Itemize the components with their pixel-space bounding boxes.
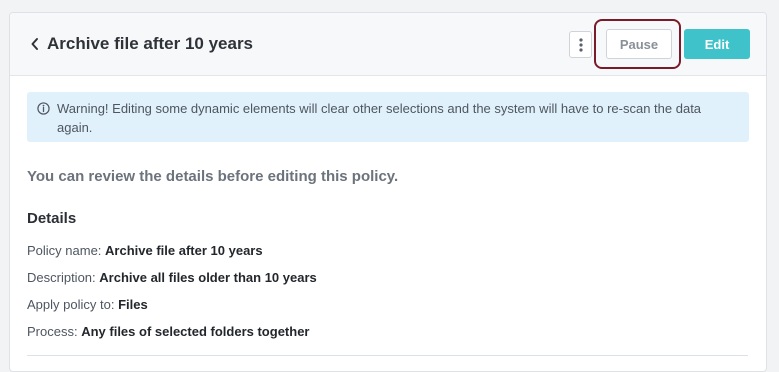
- section-divider: [27, 355, 748, 356]
- page-title: Archive file after 10 years: [47, 34, 254, 53]
- detail-row-description: Description: Archive all files older tha…: [27, 270, 317, 285]
- detail-value: Any files of selected folders together: [81, 324, 310, 339]
- info-icon: [37, 102, 50, 115]
- detail-label: Description:: [27, 270, 96, 285]
- chevron-left-icon: [31, 38, 38, 50]
- detail-label: Apply policy to:: [27, 297, 115, 312]
- detail-value: Files: [118, 297, 148, 312]
- warning-banner: Warning! Editing some dynamic elements w…: [27, 92, 749, 142]
- detail-row-apply-to: Apply policy to: Files: [27, 297, 148, 312]
- more-options-button[interactable]: [569, 31, 592, 58]
- edit-button[interactable]: Edit: [684, 29, 750, 59]
- intro-text: You can review the details before editin…: [27, 168, 399, 185]
- back-button[interactable]: [27, 33, 43, 55]
- kebab-menu-icon: [578, 37, 583, 52]
- pause-button[interactable]: Pause: [606, 29, 672, 59]
- card-header: Archive file after 10 years Pause Edit: [10, 13, 766, 76]
- detail-row-policy-name: Policy name: Archive file after 10 years: [27, 243, 263, 258]
- detail-label: Process:: [27, 324, 78, 339]
- detail-value: Archive all files older than 10 years: [99, 270, 317, 285]
- policy-card: Archive file after 10 years Pause Edit W…: [9, 12, 767, 372]
- detail-value: Archive file after 10 years: [105, 243, 263, 258]
- detail-label: Policy name:: [27, 243, 102, 258]
- detail-row-process: Process: Any files of selected folders t…: [27, 324, 309, 339]
- warning-text: Warning! Editing some dynamic elements w…: [57, 101, 702, 135]
- details-heading: Details: [27, 210, 77, 227]
